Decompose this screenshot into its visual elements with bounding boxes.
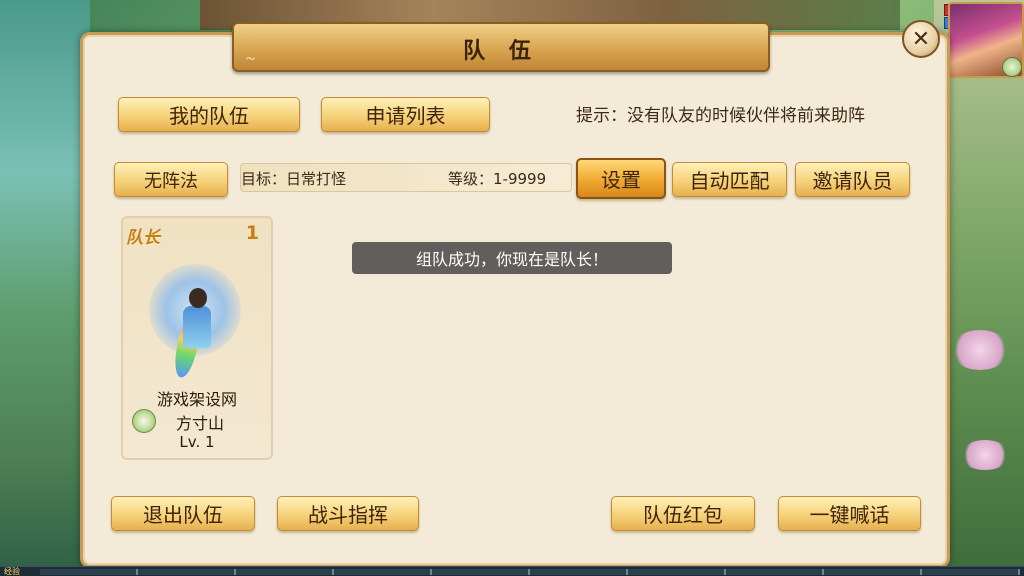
slot-number: 1 [245, 222, 259, 244]
red-packet-label: 队伍红包 [643, 503, 723, 527]
member-name: 游戏架设网 [156, 390, 237, 409]
shout-label: 一键喊话 [809, 503, 890, 527]
settings-button[interactable]: 设置 [576, 158, 666, 199]
close-button[interactable]: ✕ [902, 20, 940, 58]
tab-label: 申请列表 [365, 104, 446, 128]
tab-applications[interactable]: 申请列表 [321, 97, 490, 132]
hint-text: 提示：没有队友的时候伙伴将前来助阵 [576, 106, 865, 126]
blossom-decoration [960, 440, 1010, 470]
auto-match-label: 自动匹配 [689, 169, 770, 193]
character-head [189, 288, 207, 308]
sect-icon [1002, 57, 1022, 77]
character-model [183, 306, 211, 348]
toast-message: 组队成功，你现在是队长！ [352, 242, 672, 274]
title-ornament: 〜 [246, 55, 256, 65]
close-icon: ✕ [911, 26, 931, 52]
scenery-left [0, 0, 90, 576]
leave-team-button[interactable]: 退出队伍 [111, 496, 255, 531]
page-title: 队 伍 [463, 39, 539, 64]
battle-command-button[interactable]: 战斗指挥 [277, 496, 419, 531]
member-level: Lv. 1 [179, 433, 215, 451]
level-range: 等级：1-9999 [448, 170, 547, 188]
invite-button[interactable]: 邀请队员 [795, 162, 910, 197]
member-sect: 方寸山 [175, 414, 224, 433]
settings-label: 设置 [601, 168, 641, 192]
experience-bar [0, 566, 1024, 576]
tab-my-team[interactable]: 我的队伍 [118, 97, 300, 132]
team-target: 目标：日常打怪 等级：1-9999 [240, 163, 572, 192]
tab-label: 我的队伍 [169, 104, 249, 128]
leave-label: 退出队伍 [143, 503, 223, 527]
formation-button[interactable]: 无阵法 [114, 162, 228, 197]
leader-tag: 队长 [126, 228, 160, 248]
team-red-packet-button[interactable]: 队伍红包 [611, 496, 755, 531]
experience-segments [40, 569, 1020, 575]
title-bar: 队 伍 〜 [232, 22, 770, 72]
player-avatar-panel[interactable] [944, 2, 1024, 78]
member-card[interactable]: 队长 1 游戏架设网 方寸山 Lv. 1 [121, 216, 273, 460]
shout-button[interactable]: 一键喊话 [778, 496, 921, 531]
formation-label: 无阵法 [144, 170, 198, 192]
auto-match-button[interactable]: 自动匹配 [672, 162, 787, 197]
invite-label: 邀请队员 [812, 169, 893, 193]
target-label: 目标：日常打怪 [241, 170, 347, 188]
blossom-decoration [950, 330, 1010, 370]
experience-label: 经验 [4, 567, 20, 576]
command-label: 战斗指挥 [308, 503, 388, 527]
